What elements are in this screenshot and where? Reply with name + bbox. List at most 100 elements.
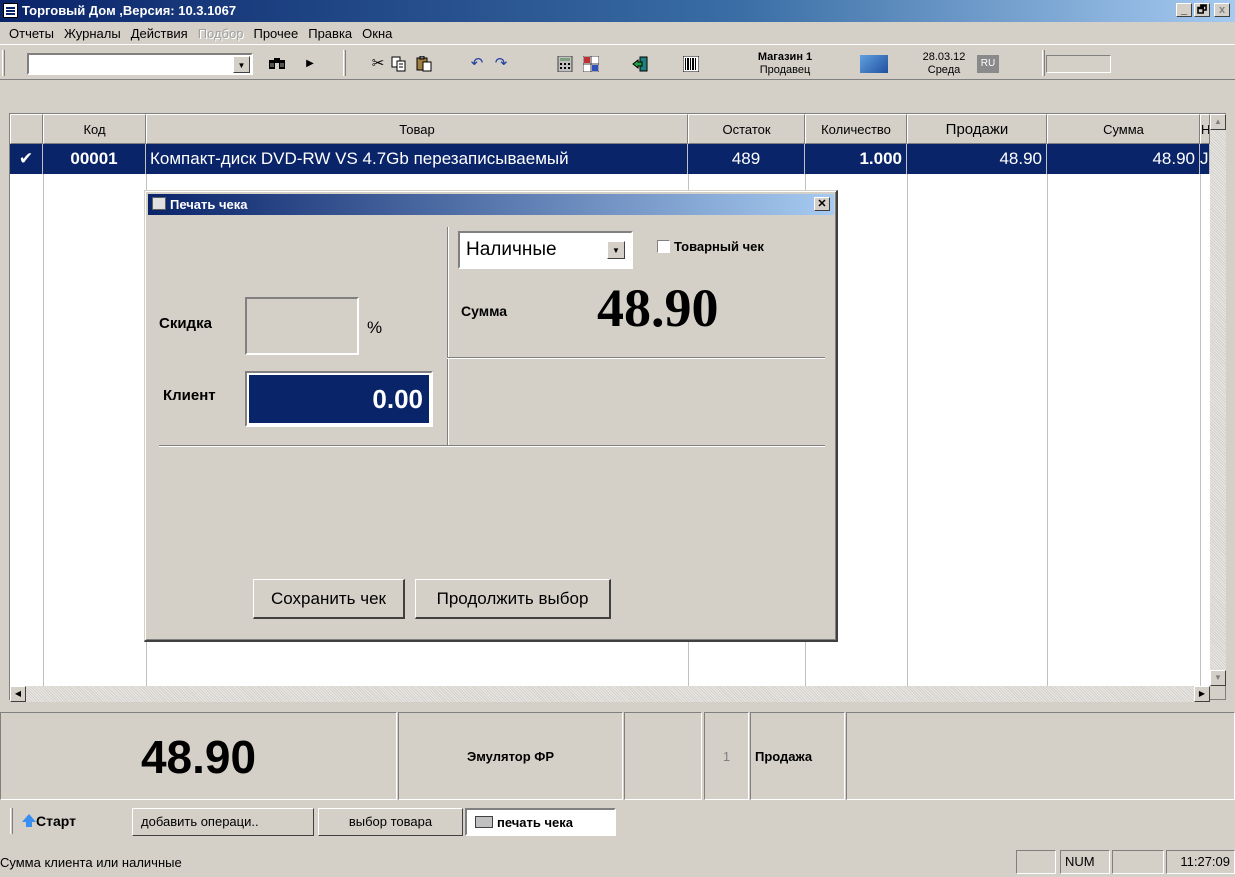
col-header-sum[interactable]: Сумма	[1047, 114, 1200, 144]
binoculars-icon[interactable]	[266, 55, 288, 73]
col-header-stock[interactable]: Остаток	[688, 114, 805, 144]
printer-icon	[475, 816, 493, 828]
menu-journals[interactable]: Журналы	[59, 26, 126, 41]
scroll-down-icon[interactable]: ▼	[1210, 670, 1226, 686]
menu-other[interactable]: Прочее	[248, 26, 303, 41]
screen-icon[interactable]	[860, 55, 888, 73]
col-header-qty[interactable]: Количество	[805, 114, 907, 144]
divider	[447, 227, 449, 447]
toolbar-field[interactable]	[1046, 55, 1111, 73]
toolbar-separator	[343, 50, 346, 76]
sum-label: Сумма	[461, 303, 508, 319]
redo-icon[interactable]: ↷	[493, 55, 509, 73]
row-sales: 48.90	[907, 144, 1047, 174]
paste-icon[interactable]	[416, 55, 432, 72]
grid-line	[907, 174, 908, 686]
total-amount: 48.90	[0, 712, 397, 800]
menu-selection[interactable]: Подбор	[193, 26, 249, 41]
restore-button[interactable]: 🗗	[1194, 3, 1210, 17]
store-info: Магазин 1 Продавец	[740, 51, 830, 77]
scroll-right-icon[interactable]: ▶	[1194, 686, 1210, 702]
menu-reports[interactable]: Отчеты	[4, 26, 59, 41]
status-bar: Сумма клиента или наличные NUM 11:27:09	[0, 847, 1235, 877]
start-button[interactable]: Старт	[18, 808, 76, 834]
grid-line	[1047, 174, 1048, 686]
save-receipt-button[interactable]: Сохранить чек	[253, 579, 405, 619]
status-text: Сумма клиента или наличные	[0, 855, 182, 870]
col-header-product[interactable]: Товар	[146, 114, 688, 144]
task-print-receipt-label: печать чека	[497, 815, 574, 830]
menu-actions[interactable]: Действия	[126, 26, 193, 41]
row-stock: 489	[688, 144, 805, 174]
divider	[447, 357, 825, 359]
exit-icon[interactable]	[632, 56, 648, 72]
toolbar-separator	[1042, 50, 1045, 76]
grid-header: Код Товар Остаток Количество Продажи Сум…	[10, 114, 1210, 144]
status-panel-empty	[624, 712, 702, 800]
continue-selection-button[interactable]: Продолжить выбор	[415, 579, 611, 619]
menu-windows[interactable]: Окна	[357, 26, 397, 41]
print-receipt-dialog: Печать чека ✕ Скидка % Клиент 0.00 Налич…	[144, 190, 838, 642]
client-label: Клиент	[163, 387, 216, 404]
col-header-sales[interactable]: Продажи	[907, 114, 1047, 144]
row-mark: ✔	[10, 144, 43, 174]
row-qty: 1.000	[805, 144, 907, 174]
taskbar: Старт добавить операци.. выбор товара пе…	[0, 802, 1235, 840]
copy-icon[interactable]	[391, 56, 407, 72]
language-indicator[interactable]: RU	[977, 55, 999, 73]
row-code: 00001	[43, 144, 146, 174]
barcode-icon[interactable]	[682, 55, 700, 73]
calculator-icon[interactable]	[557, 55, 573, 73]
status-cell-empty	[1016, 850, 1056, 874]
task-print-receipt[interactable]: печать чека	[465, 808, 616, 836]
minimize-button[interactable]: _	[1176, 3, 1192, 17]
sum-value: 48.90	[597, 278, 719, 338]
payment-type-select[interactable]: Наличные ▼	[458, 231, 633, 269]
chevron-down-icon[interactable]: ▼	[607, 241, 625, 259]
toolbar-grip[interactable]	[2, 50, 5, 76]
client-amount-input[interactable]: 0.00	[245, 371, 433, 427]
cut-icon[interactable]: ✂	[368, 55, 388, 73]
close-button[interactable]: x	[1214, 3, 1230, 17]
vertical-scrollbar[interactable]: ▲ ▼	[1210, 114, 1226, 686]
task-add-operation[interactable]: добавить операци..	[132, 808, 314, 836]
row-product: Компакт-диск DVD-RW VS 4.7Gb перезаписыв…	[146, 144, 688, 174]
goods-receipt-checkbox[interactable]: Товарный чек	[657, 239, 764, 254]
grid-table-icon[interactable]	[582, 55, 600, 73]
goods-receipt-label: Товарный чек	[674, 239, 764, 254]
col-header-mark[interactable]	[10, 114, 43, 144]
taskbar-grip	[10, 808, 13, 834]
dialog-title-bar[interactable]: Печать чека ✕	[148, 194, 834, 215]
task-select-goods[interactable]: выбор товара	[318, 808, 463, 836]
chevron-down-icon[interactable]: ▼	[233, 56, 250, 73]
window-title: Торговый Дом ,Версия: 10.3.1067	[22, 3, 237, 18]
divider	[159, 445, 825, 447]
status-cell-empty	[1112, 850, 1164, 874]
title-bar: Торговый Дом ,Версия: 10.3.1067 _ 🗗 x	[0, 0, 1235, 22]
col-header-extra[interactable]: Н	[1200, 114, 1210, 144]
date-text: 28.03.12	[922, 51, 966, 63]
bottom-panel: 48.90 Эмулятор ФР 1 Продажа	[0, 712, 1235, 800]
table-row[interactable]: ✔ 00001 Компакт-диск DVD-RW VS 4.7Gb пер…	[10, 144, 1210, 174]
num-lock-indicator: NUM	[1060, 850, 1110, 874]
fiscal-register: Эмулятор ФР	[398, 712, 623, 800]
search-combo[interactable]: ▼	[27, 53, 253, 75]
play-icon[interactable]: ▶	[304, 55, 316, 73]
client-amount-value: 0.00	[249, 375, 429, 423]
discount-input[interactable]	[245, 297, 359, 355]
col-header-code[interactable]: Код	[43, 114, 146, 144]
toolbar: ▼ ▶ ✂ ↶ ↷ Магазин 1 Продавец 28.03.12 Ср…	[0, 44, 1235, 80]
menu-edit[interactable]: Правка	[303, 26, 357, 41]
dialog-close-icon[interactable]: ✕	[814, 197, 830, 211]
scroll-up-icon[interactable]: ▲	[1210, 114, 1226, 130]
grid-line	[1200, 174, 1201, 686]
undo-icon[interactable]: ↶	[469, 55, 485, 73]
scroll-left-icon[interactable]: ◀	[10, 686, 26, 702]
row-sum: 48.90	[1047, 144, 1200, 174]
horizontal-scrollbar[interactable]: ◀ ▶	[10, 686, 1210, 702]
checkbox-box[interactable]	[657, 240, 670, 253]
operation-counter: 1	[704, 712, 749, 800]
grid-line	[43, 174, 44, 686]
clock: 11:27:09	[1166, 850, 1235, 874]
status-panel-rest	[846, 712, 1235, 800]
